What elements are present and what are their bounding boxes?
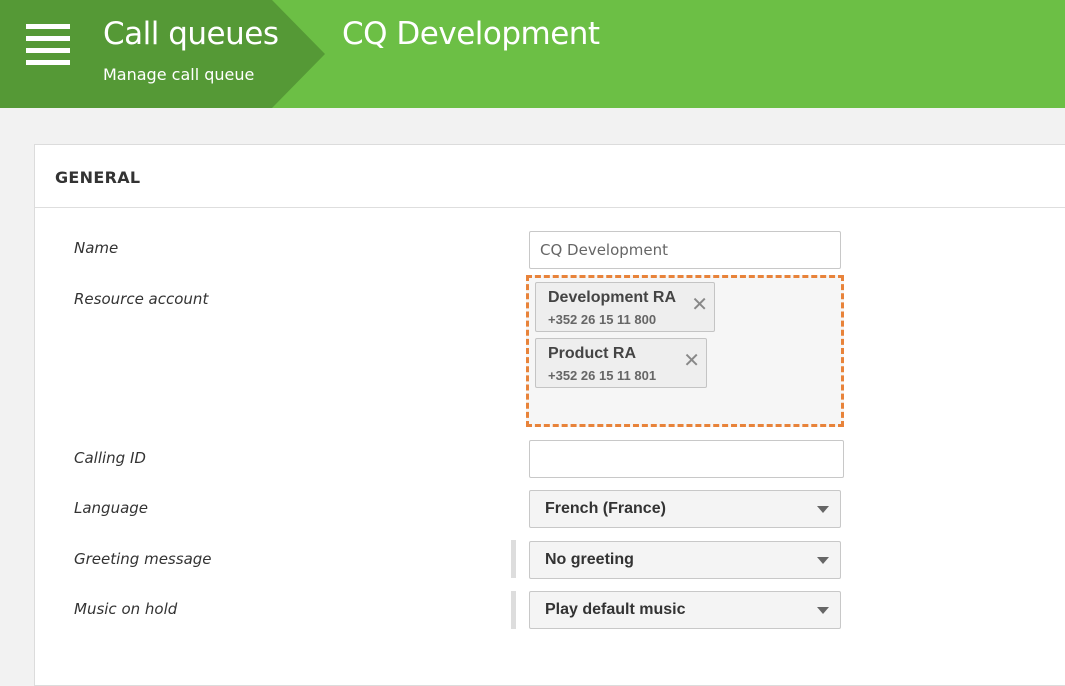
resource-account-tag: Development RA +352 26 15 11 800 ✕ [535,282,715,332]
chevron-down-icon [817,557,829,564]
general-card: GENERAL Name CQ Development Resource acc… [34,144,1065,686]
language-value: French (France) [545,500,666,517]
card-title: GENERAL [55,168,141,187]
greeting-message-label: Greeting message [74,550,212,568]
field-indicator-bar [511,591,516,629]
music-on-hold-label: Music on hold [74,600,178,618]
tag-name: Product RA [548,345,636,362]
greeting-message-value: No greeting [545,551,634,568]
music-on-hold-value: Play default music [545,601,686,618]
language-label: Language [74,499,149,517]
name-label: Name [74,239,119,257]
music-on-hold-select[interactable]: Play default music [529,591,841,629]
tag-phone: +352 26 15 11 800 [548,312,657,327]
name-input[interactable]: CQ Development [529,231,841,269]
resource-account-label: Resource account [74,290,209,308]
page-title: CQ Development [342,16,600,52]
app-header: Call queues Manage call queue CQ Develop… [0,0,1065,108]
chevron-down-icon [817,607,829,614]
language-select[interactable]: French (France) [529,490,841,528]
close-icon[interactable]: ✕ [683,351,700,371]
resource-account-picker[interactable]: Development RA +352 26 15 11 800 ✕ Produ… [526,275,844,427]
section-title[interactable]: Call queues [103,16,279,52]
calling-id-input[interactable] [529,440,844,478]
hamburger-menu-icon[interactable] [26,24,70,68]
tag-name: Development RA [548,289,677,306]
section-subtitle: Manage call queue [103,65,255,84]
tag-phone: +352 26 15 11 801 [548,368,657,383]
greeting-message-select[interactable]: No greeting [529,541,841,579]
close-icon[interactable]: ✕ [691,295,708,315]
field-indicator-bar [511,540,516,578]
calling-id-label: Calling ID [74,449,146,467]
card-header: GENERAL [35,145,1065,208]
resource-account-tag: Product RA +352 26 15 11 801 ✕ [535,338,707,388]
chevron-down-icon [817,506,829,513]
